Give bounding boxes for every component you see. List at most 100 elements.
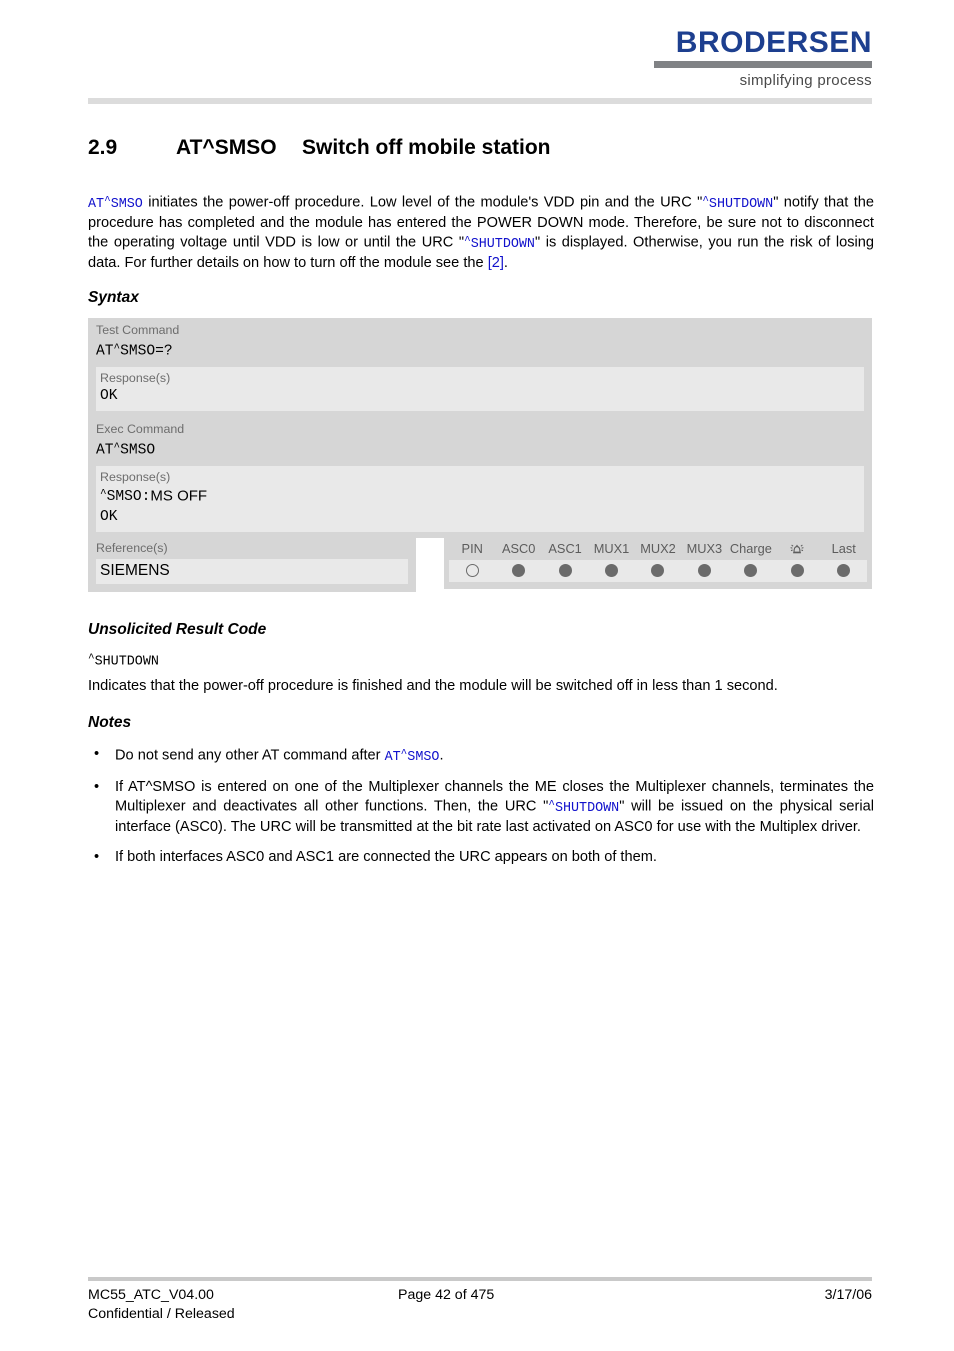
feature-support-table: PIN ASC0 ASC1 MUX1 MUX2 MUX3 Charge Last (444, 536, 872, 589)
caret-glyph: ^ (113, 442, 121, 454)
caret-glyph: ^ (548, 799, 555, 812)
notes-list: • Do not send any other AT command after … (88, 745, 874, 877)
intro-text-4: . (503, 255, 508, 272)
feature-column-charge: Charge (729, 541, 772, 556)
hollow-circle-icon (465, 564, 479, 577)
inline-urc-shutdown-1: ^SHUTDOWN (702, 195, 774, 212)
intro-text-1: initiates the power-off procedure. Low l… (142, 194, 703, 211)
feature-cell-pin (449, 564, 495, 577)
caret-glyph: ^ (702, 195, 709, 207)
exec-response-label: Response(s) (100, 469, 171, 484)
caret-glyph: ^ (113, 343, 121, 355)
exec-command-block: Exec Command AT^SMSO Response(s) ^SMSO:M… (88, 417, 872, 539)
reference-block: Reference(s) SIEMENS (88, 536, 416, 592)
feature-cell-charge (728, 564, 774, 577)
filled-circle-icon (744, 564, 758, 577)
exec-response-line-1: ^SMSO:MS OFF (100, 485, 860, 508)
test-response-inner: Response(s) OK (96, 366, 864, 411)
footer-row-top: MC55_ATC_V04.00 Page 42 of 475 3/17/06 (88, 1286, 872, 1305)
filled-circle-icon (512, 564, 526, 577)
page-header: BRODERSEN simplifying process (0, 0, 954, 110)
test-response-line: OK (100, 387, 118, 404)
exec-command-label: Exec Command (96, 422, 185, 436)
note-text-post: . (439, 747, 444, 764)
notes-heading: Notes (88, 714, 132, 731)
feature-column-asc1: ASC1 (548, 541, 582, 556)
note-inline-command: AT^SMSO (384, 748, 440, 765)
caret-glyph: ^ (464, 235, 471, 248)
syntax-heading: Syntax (88, 289, 139, 306)
reference-value: SIEMENS (100, 562, 170, 579)
urc-code: ^SHUTDOWN (88, 653, 159, 670)
note-text-pre: If both interfaces ASC0 and ASC1 are con… (115, 848, 657, 865)
feature-table-value-row (449, 560, 867, 582)
feature-table-header-row: PIN ASC0 ASC1 MUX1 MUX2 MUX3 Charge Last (449, 540, 867, 558)
filled-circle-icon (605, 564, 619, 577)
cross-reference-link[interactable]: [2] (488, 255, 504, 271)
feature-column-pin: PIN (461, 541, 483, 556)
logo-tagline: simplifying process (739, 72, 872, 89)
logo-divider-bar (654, 61, 872, 68)
filled-circle-icon (837, 564, 851, 577)
urc-description: Indicates that the power-off procedure i… (88, 678, 778, 694)
bullet-icon: • (94, 848, 100, 865)
page-footer: MC55_ATC_V04.00 Page 42 of 475 3/17/06 C… (88, 1286, 872, 1324)
urc-heading: Unsolicited Result Code (88, 621, 267, 638)
footer-spacer-right (638, 1305, 872, 1324)
caret-glyph: ^ (100, 488, 107, 501)
bullet-icon: • (94, 746, 100, 762)
intro-paragraph: AT^SMSO initiates the power-off procedur… (88, 192, 874, 273)
feature-cell-alarm (774, 564, 820, 577)
feature-cell-mux1 (588, 564, 634, 577)
note-text-pre: Do not send any other AT command after (115, 747, 385, 764)
exec-response-value: MS OFF (150, 487, 208, 505)
feature-column-mux1: MUX1 (593, 541, 630, 556)
inline-command-atsmso: AT^SMSO (88, 195, 143, 212)
test-command-header: Test Command AT^SMSO=? (88, 318, 872, 367)
feature-column-mux2: MUX2 (640, 541, 676, 556)
test-command-label: Test Command (96, 323, 180, 337)
exec-response-line-2: OK (100, 509, 118, 526)
footer-classification: Confidential / Released (88, 1306, 235, 1322)
note-item: • If AT^SMSO is entered on one of the Mul… (88, 778, 874, 837)
test-response-label: Response(s) (100, 370, 171, 385)
filled-circle-icon (697, 564, 711, 577)
footer-row-bottom: Confidential / Released (88, 1305, 872, 1324)
note-item: • If both interfaces ASC0 and ASC1 are co… (88, 848, 874, 866)
footer-doc-id: MC55_ATC_V04.00 (88, 1287, 214, 1303)
filled-circle-icon (558, 564, 572, 577)
feature-column-mux3: MUX3 (686, 541, 723, 556)
inline-urc-shutdown-2: ^SHUTDOWN (464, 235, 535, 252)
exec-response-inner: Response(s) ^SMSO:MS OFF OK (96, 465, 864, 533)
header-rule (88, 98, 872, 104)
caret-glyph: ^ (400, 748, 408, 760)
feature-column-alarm (774, 542, 820, 556)
test-command-syntax: AT^SMSO=? (96, 343, 173, 360)
footer-page-number: Page 42 of 475 (398, 1287, 495, 1303)
caret-glyph: ^ (104, 195, 111, 207)
reference-value-wrap: SIEMENS (96, 559, 408, 584)
document-page: BRODERSEN simplifying process 2.9 AT^SMSO… (0, 0, 954, 1351)
bullet-icon: • (94, 778, 100, 795)
note-item: • Do not send any other AT command after … (88, 745, 874, 767)
footer-spacer-mid (398, 1305, 638, 1324)
test-command-block: Test Command AT^SMSO=? Response(s) OK (88, 318, 872, 417)
note-inline-command: ^SHUTDOWN (548, 799, 620, 816)
exec-command-syntax: AT^SMSO (96, 442, 156, 459)
feature-column-last: Last (831, 541, 856, 556)
feature-cell-mux2 (635, 564, 681, 577)
filled-circle-icon (790, 564, 804, 577)
section-command: AT^SMSO (176, 136, 277, 159)
alarm-bell-icon (790, 544, 804, 554)
feature-cell-last (821, 564, 867, 577)
feature-column-asc0: ASC0 (501, 541, 536, 556)
footer-date: 3/17/06 (824, 1287, 872, 1303)
exec-response-prefix: ^SMSO: (100, 488, 151, 506)
test-response-wrap: Response(s) OK (88, 366, 872, 417)
caret-glyph: ^ (88, 653, 95, 665)
section-number: 2.9 (88, 136, 118, 159)
reference-label: Reference(s) (96, 541, 168, 555)
feature-cell-asc0 (495, 564, 541, 577)
section-heading-text: Switch off mobile station (302, 136, 551, 159)
footer-rule (88, 1277, 872, 1281)
